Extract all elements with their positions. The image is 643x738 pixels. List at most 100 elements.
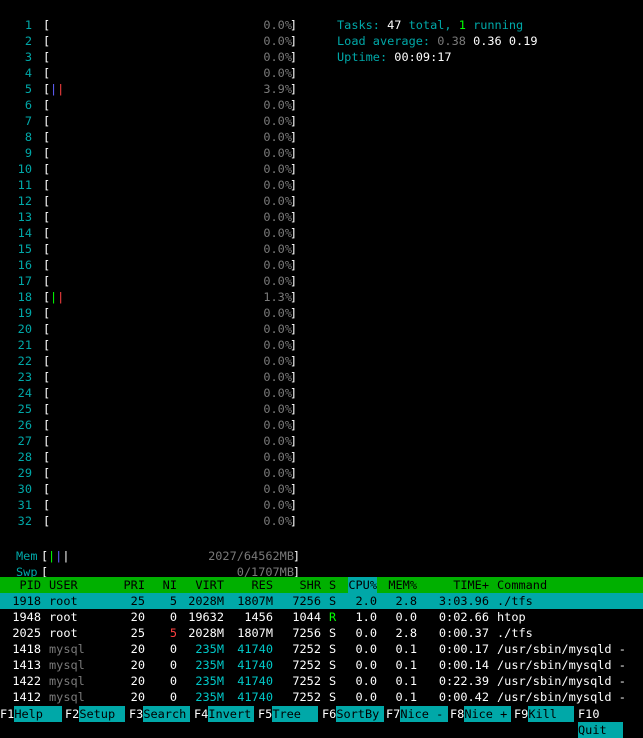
column-header-pid[interactable]: PID [20,577,41,593]
cpu-number: 6 [24,98,32,112]
process-cpu: 0.0 [355,690,377,704]
fkey-kill-button[interactable]: F9Kill [514,706,575,722]
cpu-meter-15: 15 [0.0%] [0,241,297,257]
process-s: R [329,610,337,624]
column-header-user[interactable]: USER [49,577,78,593]
meter-bracket-open: [ [43,242,51,256]
process-row[interactable]: 1413 mysql 20 0 235M 41740 7252 S 0.0 0.1 0:00.14 /… [0,657,643,673]
column-header-mem[interactable]: MEM% [388,577,417,593]
cpu-meter-26: 26 [0.0%] [0,417,297,433]
process-table-header[interactable]: PID USER PRI NI VIRT RES SHR S CPU% MEM% TIME+ Comm… [0,577,643,593]
fkey-search-button[interactable]: F3Search [129,706,191,722]
process-row[interactable]: 1418 mysql 20 0 235M 41740 7252 S 0.0 0.1 0:00.17 /… [0,641,643,657]
cpu-number: 27 [17,434,32,448]
cpu-percent: 0.0% [263,482,292,496]
fkey-help-button[interactable]: F1Help [0,706,63,722]
cpu-number: 19 [17,306,32,320]
fkey-nice-button[interactable]: F8Nice + [450,706,512,722]
process-user: root [49,610,78,624]
cpu-number: 7 [24,114,32,128]
cpu-number: 9 [24,146,32,160]
meter-bracket-open: [ [43,50,51,64]
fkey-invert-button[interactable]: F4Invert [194,706,255,722]
meter-bracket-open: [ [43,306,51,320]
process-cmd: htop [497,610,526,624]
meter-bracket-close: ] [289,226,297,240]
column-header-s[interactable]: S [329,577,336,593]
fkey-sortby-button[interactable]: F6SortBy [322,706,385,722]
column-header-shr[interactable]: SHR [300,577,321,593]
fkey-tree-button[interactable]: F5Tree [258,706,319,722]
process-ni: 5 [169,626,177,640]
process-cmd: ./tfs [497,626,533,640]
column-header-command[interactable]: Command [497,577,547,593]
cpu-percent: 0.0% [263,514,292,528]
fkey-setup-button[interactable]: F2Setup [65,706,126,722]
process-pid: 1412 [12,690,41,704]
cpu-number: 10 [17,162,32,176]
cpu-number: 11 [17,178,32,192]
process-row[interactable]: 1948 root 20 0 19632 1456 1044 R 1.0 0.0 0:02.66 ht… [0,609,643,625]
meter-bracket-close: ] [289,210,297,224]
cpu-meter-6: 6 [0.0%] [0,97,297,113]
process-pri: 25 [130,594,145,608]
meter-bracket-open: [ [43,114,51,128]
fkey-number: F10 [578,707,600,721]
fkey-label: Invert [208,706,255,722]
column-header-pri[interactable]: PRI [124,577,145,593]
cpu-percent: 0.0% [263,178,292,192]
meter-bracket-close: ] [289,98,297,112]
process-row[interactable]: 1918 root 25 5 2028M 1807M 7256 S 2.0 2.8 3:03.96.… [0,593,643,609]
cpu-percent: 3.9% [263,82,292,96]
cpu-meter-23: 23 [0.0%] [0,369,297,385]
cpu-meter-13: 13 [0.0%] [0,209,297,225]
cpu-meter-18: 18[|| 1.3%] [0,289,297,305]
column-header-time[interactable]: TIME+ [453,577,489,593]
process-pri: 20 [130,642,145,656]
column-header-ni[interactable]: NI [163,577,177,593]
meter-bracket-close: ] [289,258,297,272]
process-row[interactable]: 2025 root 25 5 2028M 1807M 7256 S 0.0 2.8 0:00.37.… [0,625,643,641]
cpu-percent: 1.3% [263,290,292,304]
process-user: mysql [49,674,85,688]
process-shr: 7252 [292,690,321,704]
cpu-number: 3 [24,50,32,64]
process-s: S [329,674,337,688]
column-header-virt[interactable]: VIRT [195,577,224,593]
column-header-cpu[interactable]: CPU% [348,577,377,593]
meter-bracket-close: ] [289,242,297,256]
fkey-nice-button[interactable]: F7Nice - [386,706,449,722]
cpu-number: 23 [17,370,32,384]
process-row[interactable]: 1412 mysql 20 0 235M 41740 7252 S 0.0 0.1 0:00.42 /… [0,689,643,705]
cpu-number: 15 [17,242,32,256]
mem-meter: Mem[||| 2027/64562MB] [16,549,300,563]
cpu-usage-bar: || [50,290,65,304]
process-cmd: /usr/sbin/mysqld - [497,690,626,704]
process-ni: 0 [169,642,177,656]
process-res: 41740 [237,658,273,672]
process-pid: 2025 [12,626,41,640]
cpu-number: 16 [17,258,32,272]
meter-bracket-close: ] [289,146,297,160]
meter-bracket-close: ] [289,450,297,464]
meter-bracket-open: [ [43,354,51,368]
fkey-label: Quit [578,722,623,738]
meter-bracket-close: ] [289,402,297,416]
meter-bracket-close: ] [289,274,297,288]
process-res: 41740 [237,674,273,688]
meter-bracket-close: ] [289,498,297,512]
cpu-meter-16: 16 [0.0%] [0,257,297,273]
process-virt: 235M [195,642,224,656]
process-shr: 7256 [292,626,321,640]
process-res: 1807M [237,626,273,640]
process-mem: 0.1 [395,658,417,672]
column-header-res[interactable]: RES [252,577,273,593]
fkey-number: F9 [514,707,529,721]
fkey-number: F8 [450,707,465,721]
fkey-number: F5 [258,707,273,721]
cpu-number: 29 [17,466,32,480]
fkey-label: Setup [79,706,126,722]
process-row[interactable]: 1422 mysql 20 0 235M 41740 7252 S 0.0 0.1 0:22.39 /… [0,673,643,689]
cpu-percent: 0.0% [263,162,292,176]
fkey-quit-button[interactable]: F10Quit [578,706,643,738]
